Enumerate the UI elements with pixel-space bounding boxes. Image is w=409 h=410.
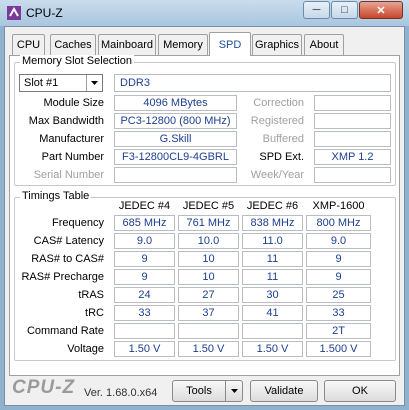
- timings-cell: 1.50 V: [242, 341, 303, 357]
- max-bandwidth-label: Max Bandwidth: [28, 115, 104, 127]
- buffered-label: Buffered: [262, 133, 304, 145]
- timings-cell: 10: [178, 251, 239, 267]
- timings-cell: 800 MHz: [306, 215, 371, 231]
- tab-caches[interactable]: Caches: [50, 34, 96, 55]
- memory-slot-group-label: Memory Slot Selection: [20, 55, 135, 67]
- buffered-value: [314, 131, 391, 147]
- tab-about[interactable]: About: [304, 34, 344, 55]
- timings-cell: 37: [178, 305, 239, 321]
- timings-cell: 685 MHz: [114, 215, 175, 231]
- timings-cell: 30: [242, 287, 303, 303]
- timings-cell: 2T: [306, 323, 371, 339]
- timings-cell: 9: [114, 269, 175, 285]
- spd-ext-label: SPD Ext.: [259, 151, 304, 163]
- module-size-value: 4096 MBytes: [114, 95, 237, 111]
- timings-cell: 27: [178, 287, 239, 303]
- timings-cell: [242, 323, 303, 339]
- tab-spd[interactable]: SPD: [209, 32, 251, 56]
- close-icon: ✕: [376, 4, 386, 17]
- timings-cell: 9: [306, 251, 371, 267]
- timings-cell: 33: [306, 305, 371, 321]
- timings-cell: 11: [242, 251, 303, 267]
- timings-row-label: tRC: [85, 307, 104, 319]
- module-size-label: Module Size: [43, 97, 104, 109]
- timings-row-label: CAS# Latency: [33, 235, 104, 247]
- tools-button-label: Tools: [186, 385, 212, 397]
- timings-cell: 24: [114, 287, 175, 303]
- serial-number-label: Serial Number: [33, 169, 104, 181]
- ok-button[interactable]: OK: [324, 380, 396, 402]
- chevron-down-icon: [86, 75, 102, 91]
- maximize-icon: □: [341, 4, 348, 16]
- manufacturer-value: G.Skill: [114, 131, 237, 147]
- timings-cell: 761 MHz: [178, 215, 239, 231]
- validate-button[interactable]: Validate: [250, 380, 318, 402]
- timings-col-header: JEDEC #5: [182, 200, 235, 212]
- timings-col-header: JEDEC #4: [118, 200, 171, 212]
- week-year-value: [314, 167, 391, 183]
- close-button[interactable]: ✕: [359, 1, 403, 19]
- timings-row-label: Command Rate: [26, 325, 104, 337]
- timings-cell: 838 MHz: [242, 215, 303, 231]
- slot-select[interactable]: Slot #1: [19, 74, 103, 92]
- timings-cell: 9.0: [114, 233, 175, 249]
- timings-cell: 25: [306, 287, 371, 303]
- cpu-z-logo-icon: [7, 6, 21, 20]
- minimize-button[interactable]: ─: [303, 1, 330, 19]
- manufacturer-label: Manufacturer: [39, 133, 104, 145]
- timings-cell: 11: [242, 269, 303, 285]
- timings-row-label: RAS# to CAS#: [31, 253, 104, 265]
- tools-button[interactable]: Tools: [172, 380, 243, 402]
- timings-cell: [178, 323, 239, 339]
- tab-memory[interactable]: Memory: [158, 34, 208, 55]
- timings-cell: 11.0: [242, 233, 303, 249]
- maximize-button[interactable]: □: [331, 1, 358, 19]
- timings-row-label: Frequency: [52, 217, 104, 229]
- window-title: CPU-Z: [26, 6, 63, 20]
- minimize-icon: ─: [312, 4, 321, 16]
- timings-row-label: Voltage: [67, 343, 104, 355]
- chevron-down-icon[interactable]: [225, 381, 242, 401]
- timings-cell: 9.0: [306, 233, 371, 249]
- tab-graphics[interactable]: Graphics: [252, 34, 302, 55]
- correction-label: Correction: [253, 97, 304, 109]
- timings-cell: 10: [178, 269, 239, 285]
- correction-value: [314, 95, 391, 111]
- spd-ext-value: XMP 1.2: [314, 149, 391, 165]
- tab-mainboard[interactable]: Mainboard: [98, 34, 156, 55]
- memory-type-field: DDR3: [114, 74, 391, 92]
- timings-cell: 41: [242, 305, 303, 321]
- timings-cell: 1.50 V: [178, 341, 239, 357]
- timings-row-label: RAS# Precharge: [21, 271, 104, 283]
- timings-cell: [114, 323, 175, 339]
- timings-row-label: tRAS: [78, 289, 104, 301]
- cpu-z-brand-logo: CPU-Z: [12, 377, 76, 398]
- serial-number-value: [114, 167, 237, 183]
- slot-select-value: Slot #1: [24, 77, 59, 89]
- timings-cell: 1.500 V: [306, 341, 371, 357]
- timings-cell: 1.50 V: [114, 341, 175, 357]
- version-label: Ver. 1.68.0.x64: [84, 387, 158, 399]
- timings-col-header: JEDEC #6: [246, 200, 299, 212]
- registered-value: [314, 113, 391, 129]
- timings-cell: 9: [114, 251, 175, 267]
- timings-cell: 10.0: [178, 233, 239, 249]
- part-number-label: Part Number: [41, 151, 104, 163]
- part-number-value: F3-12800CL9-4GBRL: [114, 149, 237, 165]
- timings-cell: 9: [306, 269, 371, 285]
- max-bandwidth-value: PC3-12800 (800 MHz): [114, 113, 237, 129]
- tab-cpu[interactable]: CPU: [12, 34, 45, 55]
- timings-group-label: Timings Table: [20, 190, 92, 202]
- timings-col-header: XMP-1600: [312, 200, 365, 212]
- week-year-label: Week/Year: [250, 169, 304, 181]
- title-bar: CPU-Z ─ □ ✕: [0, 0, 409, 26]
- registered-label: Registered: [250, 115, 304, 127]
- timings-cell: 33: [114, 305, 175, 321]
